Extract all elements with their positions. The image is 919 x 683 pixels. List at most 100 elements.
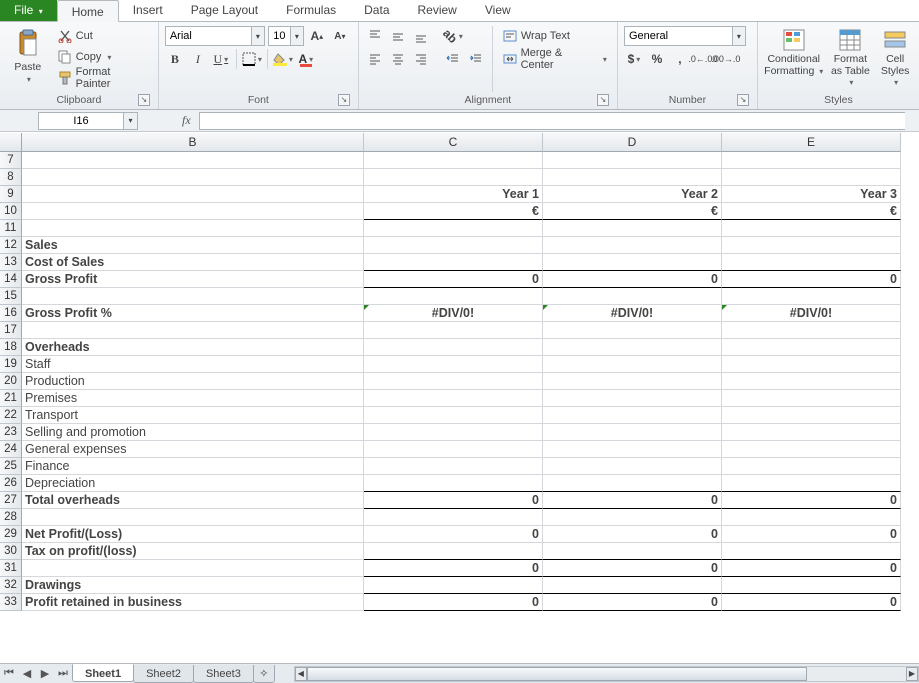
cell-D12[interactable] [543, 237, 722, 254]
row-header-8[interactable]: 8 [0, 169, 22, 186]
fill-color-button[interactable]: ▾ [273, 49, 293, 69]
increase-indent-button[interactable] [466, 49, 486, 69]
tab-page-layout[interactable]: Page Layout [177, 0, 272, 21]
row-header-25[interactable]: 25 [0, 458, 22, 475]
cell-B30[interactable]: Tax on profit/(loss) [22, 543, 364, 560]
cell-styles-button[interactable]: Cell Styles ▾ [877, 26, 913, 90]
cell-D23[interactable] [543, 424, 722, 441]
cell-D7[interactable] [543, 152, 722, 169]
font-name-combo[interactable]: ▾ [165, 26, 265, 46]
cell-E22[interactable] [722, 407, 901, 424]
row-header-16[interactable]: 16 [0, 305, 22, 322]
cell-E26[interactable] [722, 475, 901, 492]
worksheet-grid[interactable]: BCDE789Year 1Year 2Year 310€€€1112Sales1… [0, 133, 919, 663]
cell-B12[interactable]: Sales [22, 237, 364, 254]
cell-D22[interactable] [543, 407, 722, 424]
row-header-15[interactable]: 15 [0, 288, 22, 305]
cell-D13[interactable] [543, 254, 722, 271]
row-header-29[interactable]: 29 [0, 526, 22, 543]
cell-E27[interactable]: 0 [722, 492, 901, 509]
cell-E19[interactable] [722, 356, 901, 373]
row-header-7[interactable]: 7 [0, 152, 22, 169]
cell-C26[interactable] [364, 475, 543, 492]
name-box[interactable] [38, 112, 124, 130]
cell-B13[interactable]: Cost of Sales [22, 254, 364, 271]
sheet-nav-last[interactable]: ⏭ [55, 666, 71, 682]
cell-D16[interactable]: #DIV/0! [543, 305, 722, 322]
font-size-combo[interactable]: ▾ [268, 26, 304, 46]
tab-insert[interactable]: Insert [119, 0, 177, 21]
cell-C20[interactable] [364, 373, 543, 390]
percent-button[interactable]: % [647, 49, 667, 69]
cell-E9[interactable]: Year 3 [722, 186, 901, 203]
cell-D30[interactable] [543, 543, 722, 560]
increase-decimal-button[interactable]: .0←.00 [693, 49, 713, 69]
cell-B9[interactable] [22, 186, 364, 203]
tab-data[interactable]: Data [350, 0, 403, 21]
tab-view[interactable]: View [471, 0, 525, 21]
cell-B29[interactable]: Net Profit/(Loss) [22, 526, 364, 543]
cell-C23[interactable] [364, 424, 543, 441]
cell-D15[interactable] [543, 288, 722, 305]
cell-B25[interactable]: Finance [22, 458, 364, 475]
cell-B26[interactable]: Depreciation [22, 475, 364, 492]
cell-C12[interactable] [364, 237, 543, 254]
cell-C27[interactable]: 0 [364, 492, 543, 509]
cell-B23[interactable]: Selling and promotion [22, 424, 364, 441]
cell-E7[interactable] [722, 152, 901, 169]
cell-E21[interactable] [722, 390, 901, 407]
merge-center-button[interactable]: Merge & Center▾ [499, 49, 611, 69]
cell-B20[interactable]: Production [22, 373, 364, 390]
horizontal-scrollbar[interactable]: ◀ ▶ [294, 666, 919, 682]
row-header-14[interactable]: 14 [0, 271, 22, 288]
cell-C17[interactable] [364, 322, 543, 339]
cell-D21[interactable] [543, 390, 722, 407]
bold-button[interactable]: B [165, 49, 185, 69]
cell-D10[interactable]: € [543, 203, 722, 220]
cell-E31[interactable]: 0 [722, 560, 901, 577]
row-header-20[interactable]: 20 [0, 373, 22, 390]
cell-D25[interactable] [543, 458, 722, 475]
alignment-launcher[interactable]: ↘ [597, 94, 609, 106]
cell-D18[interactable] [543, 339, 722, 356]
accounting-button[interactable]: $▾ [624, 49, 644, 69]
cell-C14[interactable]: 0 [364, 271, 543, 288]
cell-D26[interactable] [543, 475, 722, 492]
cell-B17[interactable] [22, 322, 364, 339]
cell-E24[interactable] [722, 441, 901, 458]
sheet-nav-prev[interactable]: ◀ [19, 666, 35, 682]
clipboard-launcher[interactable]: ↘ [138, 94, 150, 106]
cell-E14[interactable]: 0 [722, 271, 901, 288]
italic-button[interactable]: I [188, 49, 208, 69]
cell-D31[interactable]: 0 [543, 560, 722, 577]
cell-E23[interactable] [722, 424, 901, 441]
align-right-button[interactable] [411, 49, 431, 69]
cell-C28[interactable] [364, 509, 543, 526]
cell-E25[interactable] [722, 458, 901, 475]
row-header-12[interactable]: 12 [0, 237, 22, 254]
cell-E28[interactable] [722, 509, 901, 526]
cell-B21[interactable]: Premises [22, 390, 364, 407]
cell-D32[interactable] [543, 577, 722, 594]
tab-file[interactable]: File ▾ [0, 0, 57, 21]
wrap-text-button[interactable]: Wrap Text [499, 26, 611, 46]
format-painter-button[interactable]: Format Painter [54, 68, 152, 88]
sheet-nav-next[interactable]: ▶ [37, 666, 53, 682]
number-format-combo[interactable]: ▾ [624, 26, 746, 46]
cell-C16[interactable]: #DIV/0! [364, 305, 543, 322]
col-header-D[interactable]: D [543, 133, 722, 152]
name-box-dropdown[interactable]: ▾ [124, 112, 138, 130]
font-launcher[interactable]: ↘ [338, 94, 350, 106]
align-left-button[interactable] [365, 49, 385, 69]
increase-font-button[interactable]: A▴ [307, 26, 327, 46]
align-center-button[interactable] [388, 49, 408, 69]
cell-E17[interactable] [722, 322, 901, 339]
cell-B19[interactable]: Staff [22, 356, 364, 373]
row-header-23[interactable]: 23 [0, 424, 22, 441]
cell-B27[interactable]: Total overheads [22, 492, 364, 509]
col-header-B[interactable]: B [22, 133, 364, 152]
row-header-30[interactable]: 30 [0, 543, 22, 560]
sheet-tab-1[interactable]: Sheet1 [72, 664, 134, 682]
cut-button[interactable]: Cut [54, 26, 152, 46]
tab-review[interactable]: Review [404, 0, 471, 21]
